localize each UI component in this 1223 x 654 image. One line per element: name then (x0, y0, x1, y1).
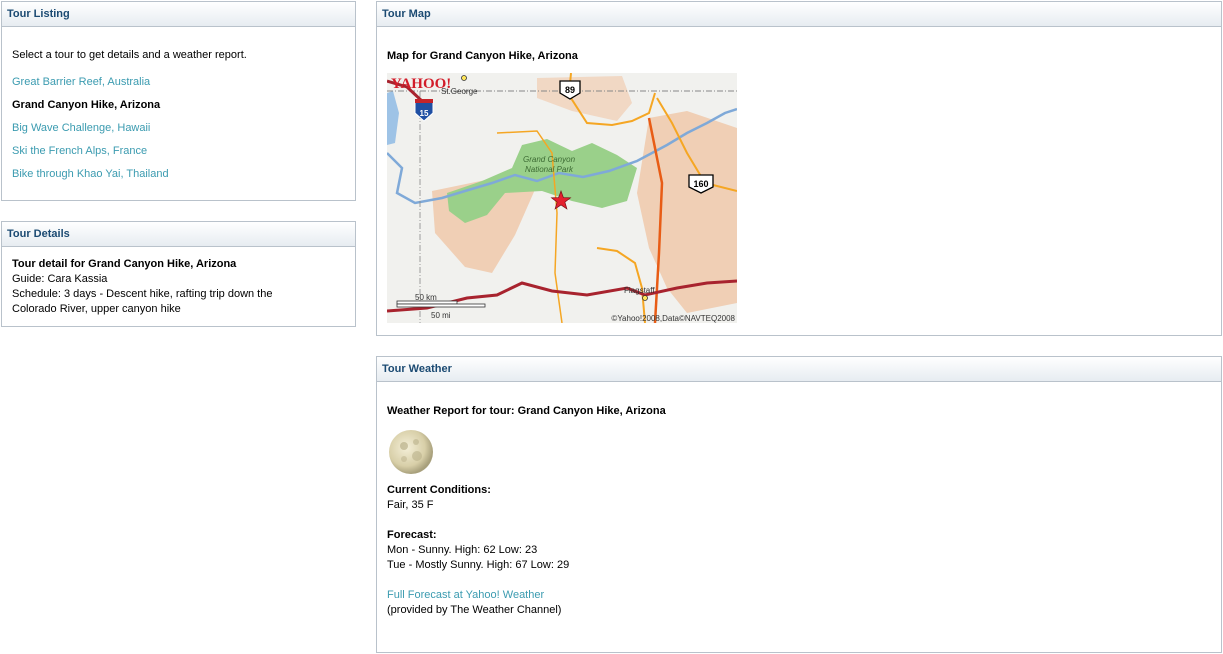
current-conditions-value: Fair, 35 F (387, 499, 434, 511)
scale-bar-mi (396, 303, 486, 308)
tour-link-great-barrier-reef[interactable]: Great Barrier Reef, Australia (12, 71, 345, 94)
tour-link-khao-yai[interactable]: Bike through Khao Yai, Thailand (12, 163, 345, 186)
scale-mi-label: 50 mi (431, 311, 451, 320)
hwy89-label: 89 (565, 85, 575, 95)
weather-provider: (provided by The Weather Channel) (387, 604, 562, 616)
map-view[interactable]: 15 89 160 St.George Grand Canyon Nationa… (387, 73, 737, 323)
flagstaff-label: Flagstaff (624, 286, 655, 295)
map-copyright: ©Yahoo!2008,Data©NAVTEQ2008 (611, 314, 735, 323)
national-park-label-2: National Park (525, 165, 574, 174)
moon-icon (387, 428, 1211, 479)
forecast-day-mon: Mon - Sunny. High: 62 Low: 23 (387, 544, 538, 556)
tour-weather-panel: Tour Weather Weather Report for tour: Gr… (376, 356, 1222, 653)
tour-link-grand-canyon[interactable]: Grand Canyon Hike, Arizona (12, 94, 345, 117)
tour-weather-header: Tour Weather (377, 357, 1221, 382)
flagstaff-marker (642, 295, 648, 301)
tour-map-header: Tour Map (377, 2, 1221, 27)
forecast-label: Forecast: (387, 529, 437, 541)
tour-link-big-wave[interactable]: Big Wave Challenge, Hawaii (12, 117, 345, 140)
forecast-day-tue: Tue - Mostly Sunny. High: 67 Low: 29 (387, 559, 570, 571)
tour-details-header: Tour Details (2, 222, 355, 247)
tour-details-heading: Tour detail for Grand Canyon Hike, Arizo… (12, 258, 237, 270)
tour-link-french-alps[interactable]: Ski the French Alps, France (12, 140, 345, 163)
tour-guide: Guide: Cara Kassia (12, 273, 108, 285)
yahoo-logo: YAHOO! (391, 76, 451, 92)
tour-listing-panel: Tour Listing Select a tour to get detail… (1, 1, 356, 201)
tour-details-panel: Tour Details Tour detail for Grand Canyo… (1, 221, 356, 327)
scale-bar-km (396, 300, 458, 305)
full-forecast-link[interactable]: Full Forecast at Yahoo! Weather (387, 588, 1211, 603)
weather-heading: Weather Report for tour: Grand Canyon Hi… (387, 405, 666, 417)
tour-listing-header: Tour Listing (2, 2, 355, 27)
st-george-marker (461, 75, 467, 81)
i15-label: 15 (420, 109, 429, 118)
current-conditions-label: Current Conditions: (387, 484, 491, 496)
tour-listing-intro: Select a tour to get details and a weath… (12, 49, 247, 61)
tour-schedule-line2: Colorado River, upper canyon hike (12, 303, 181, 315)
tour-map-panel: Tour Map Map for Grand Canyon Hike, Ariz… (376, 1, 1222, 336)
map-heading: Map for Grand Canyon Hike, Arizona (387, 50, 578, 62)
tour-schedule-line1: Schedule: 3 days - Descent hike, rafting… (12, 288, 273, 300)
hwy160-label: 160 (693, 179, 708, 189)
national-park-label-1: Grand Canyon (523, 155, 576, 164)
